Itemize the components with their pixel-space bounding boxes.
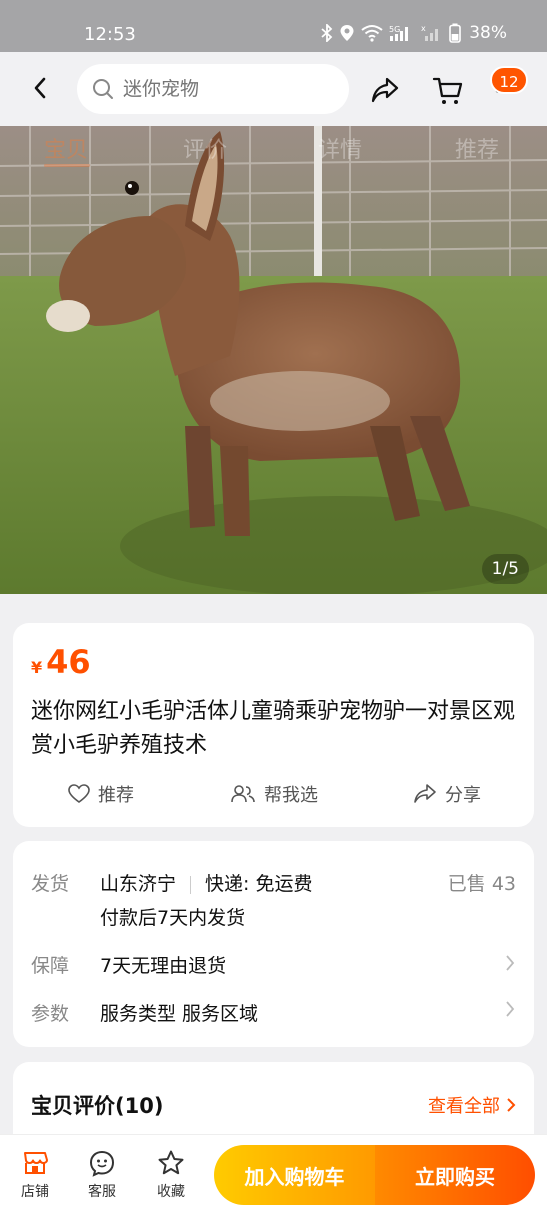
share-icon — [371, 77, 399, 103]
params-value: 服务类型 服务区域 — [100, 1003, 259, 1025]
donkey-photo — [0, 126, 547, 594]
chevron-left-icon — [34, 77, 46, 99]
5g-signal-icon: 5G — [389, 25, 409, 41]
battery-icon — [449, 23, 462, 43]
tab-details[interactable]: 详情 — [318, 132, 362, 164]
tab-baobei[interactable]: 宝贝 — [44, 132, 88, 164]
chevron-right-icon — [506, 1001, 515, 1017]
product-summary-card: ¥ 46 迷你网红小毛驴活体儿童骑乘驴宠物驴一对景区观赏小毛驴养殖技术 推荐 帮… — [13, 623, 534, 827]
svg-text:5G: 5G — [389, 25, 400, 34]
sold-count: 已售 43 — [447, 873, 516, 895]
bluetooth-icon — [321, 24, 333, 42]
location-icon — [340, 25, 354, 41]
status-icons: 5G x 38% — [321, 23, 507, 43]
cart-button[interactable] — [428, 70, 468, 110]
bottom-action-bar: 店铺 客服 收藏 加入购物车 立即购买 — [0, 1134, 547, 1216]
search-bar[interactable] — [77, 64, 349, 114]
shop-button[interactable]: 店铺 — [10, 1149, 60, 1201]
status-time: 12:53 — [84, 24, 136, 45]
reviews-title: 宝贝评价(10) — [31, 1094, 164, 1118]
cart-icon — [432, 77, 463, 104]
chat-icon — [89, 1150, 115, 1177]
tab-recommend[interactable]: 推荐 — [455, 132, 499, 164]
shipping-label: 发货 — [31, 873, 70, 895]
shop-label: 店铺 — [21, 1184, 49, 1200]
help-choose-label: 帮我选 — [264, 785, 318, 806]
shop-icon — [24, 1152, 48, 1174]
recommend-label: 推荐 — [98, 785, 134, 806]
params-row[interactable]: 参数 服务类型 服务区域 — [31, 999, 516, 1025]
customer-service-button[interactable]: 客服 — [77, 1149, 127, 1201]
guarantee-value: 7天无理由退货 — [100, 955, 227, 977]
product-image-carousel[interactable]: 宝贝 评价 详情 推荐 1/5 — [0, 126, 547, 594]
add-to-cart-button[interactable]: 加入购物车 — [214, 1145, 375, 1205]
chevron-right-icon — [506, 955, 515, 971]
ship-time: 付款后7天内发货 — [100, 907, 246, 929]
product-actions: 推荐 帮我选 分享 — [13, 781, 534, 811]
share-label: 分享 — [445, 785, 481, 806]
share-product-button[interactable]: 分享 — [413, 781, 481, 807]
search-icon — [93, 79, 113, 99]
image-page-indicator: 1/5 — [481, 554, 529, 584]
price: ¥ 46 — [31, 643, 91, 681]
delivery-method: 快递: 免运费 — [205, 873, 313, 895]
back-button[interactable] — [22, 70, 58, 106]
product-title: 迷你网红小毛驴活体儿童骑乘驴宠物驴一对景区观赏小毛驴养殖技术 — [31, 699, 516, 758]
active-tab-indicator — [44, 164, 90, 167]
wifi-icon — [361, 25, 383, 42]
favorite-label: 收藏 — [157, 1184, 185, 1200]
status-bar: 12:53 5G x 38% — [0, 0, 547, 52]
buy-now-button[interactable]: 立即购买 — [375, 1145, 535, 1205]
currency-symbol: ¥ — [31, 658, 43, 677]
search-input[interactable] — [123, 78, 323, 100]
shipping-origin: 山东济宁 — [100, 873, 177, 895]
shipping-info-card: 发货 山东济宁 快递: 免运费 已售 43 付款后7天内发货 保障 7天无理由退货… — [13, 841, 534, 1047]
svg-text:x: x — [421, 24, 426, 33]
favorite-button[interactable]: 收藏 — [146, 1149, 196, 1201]
chevron-right-icon — [507, 1098, 516, 1112]
params-label: 参数 — [31, 1003, 70, 1025]
divider — [190, 875, 192, 894]
cart-count-badge: 12 — [490, 66, 528, 94]
guarantee-label: 保障 — [31, 955, 70, 977]
view-all-reviews-link[interactable]: 查看全部 — [428, 1092, 516, 1118]
service-label: 客服 — [88, 1184, 116, 1200]
view-all-label: 查看全部 — [428, 1096, 500, 1117]
people-icon — [231, 785, 255, 803]
battery-percent: 38% — [469, 23, 507, 43]
recommend-button[interactable]: 推荐 — [68, 781, 134, 807]
tab-reviews[interactable]: 评价 — [183, 132, 227, 164]
help-choose-button[interactable]: 帮我选 — [230, 781, 318, 807]
shipping-details: 山东济宁 快递: 免运费 — [100, 869, 312, 896]
share-icon — [414, 784, 436, 803]
heart-icon — [68, 784, 90, 803]
share-button[interactable] — [366, 72, 406, 108]
top-nav — [0, 52, 547, 126]
star-icon — [158, 1150, 184, 1175]
price-value: 46 — [46, 643, 91, 681]
signal-icon: x — [421, 24, 439, 41]
guarantee-row[interactable]: 保障 7天无理由退货 — [31, 951, 516, 977]
